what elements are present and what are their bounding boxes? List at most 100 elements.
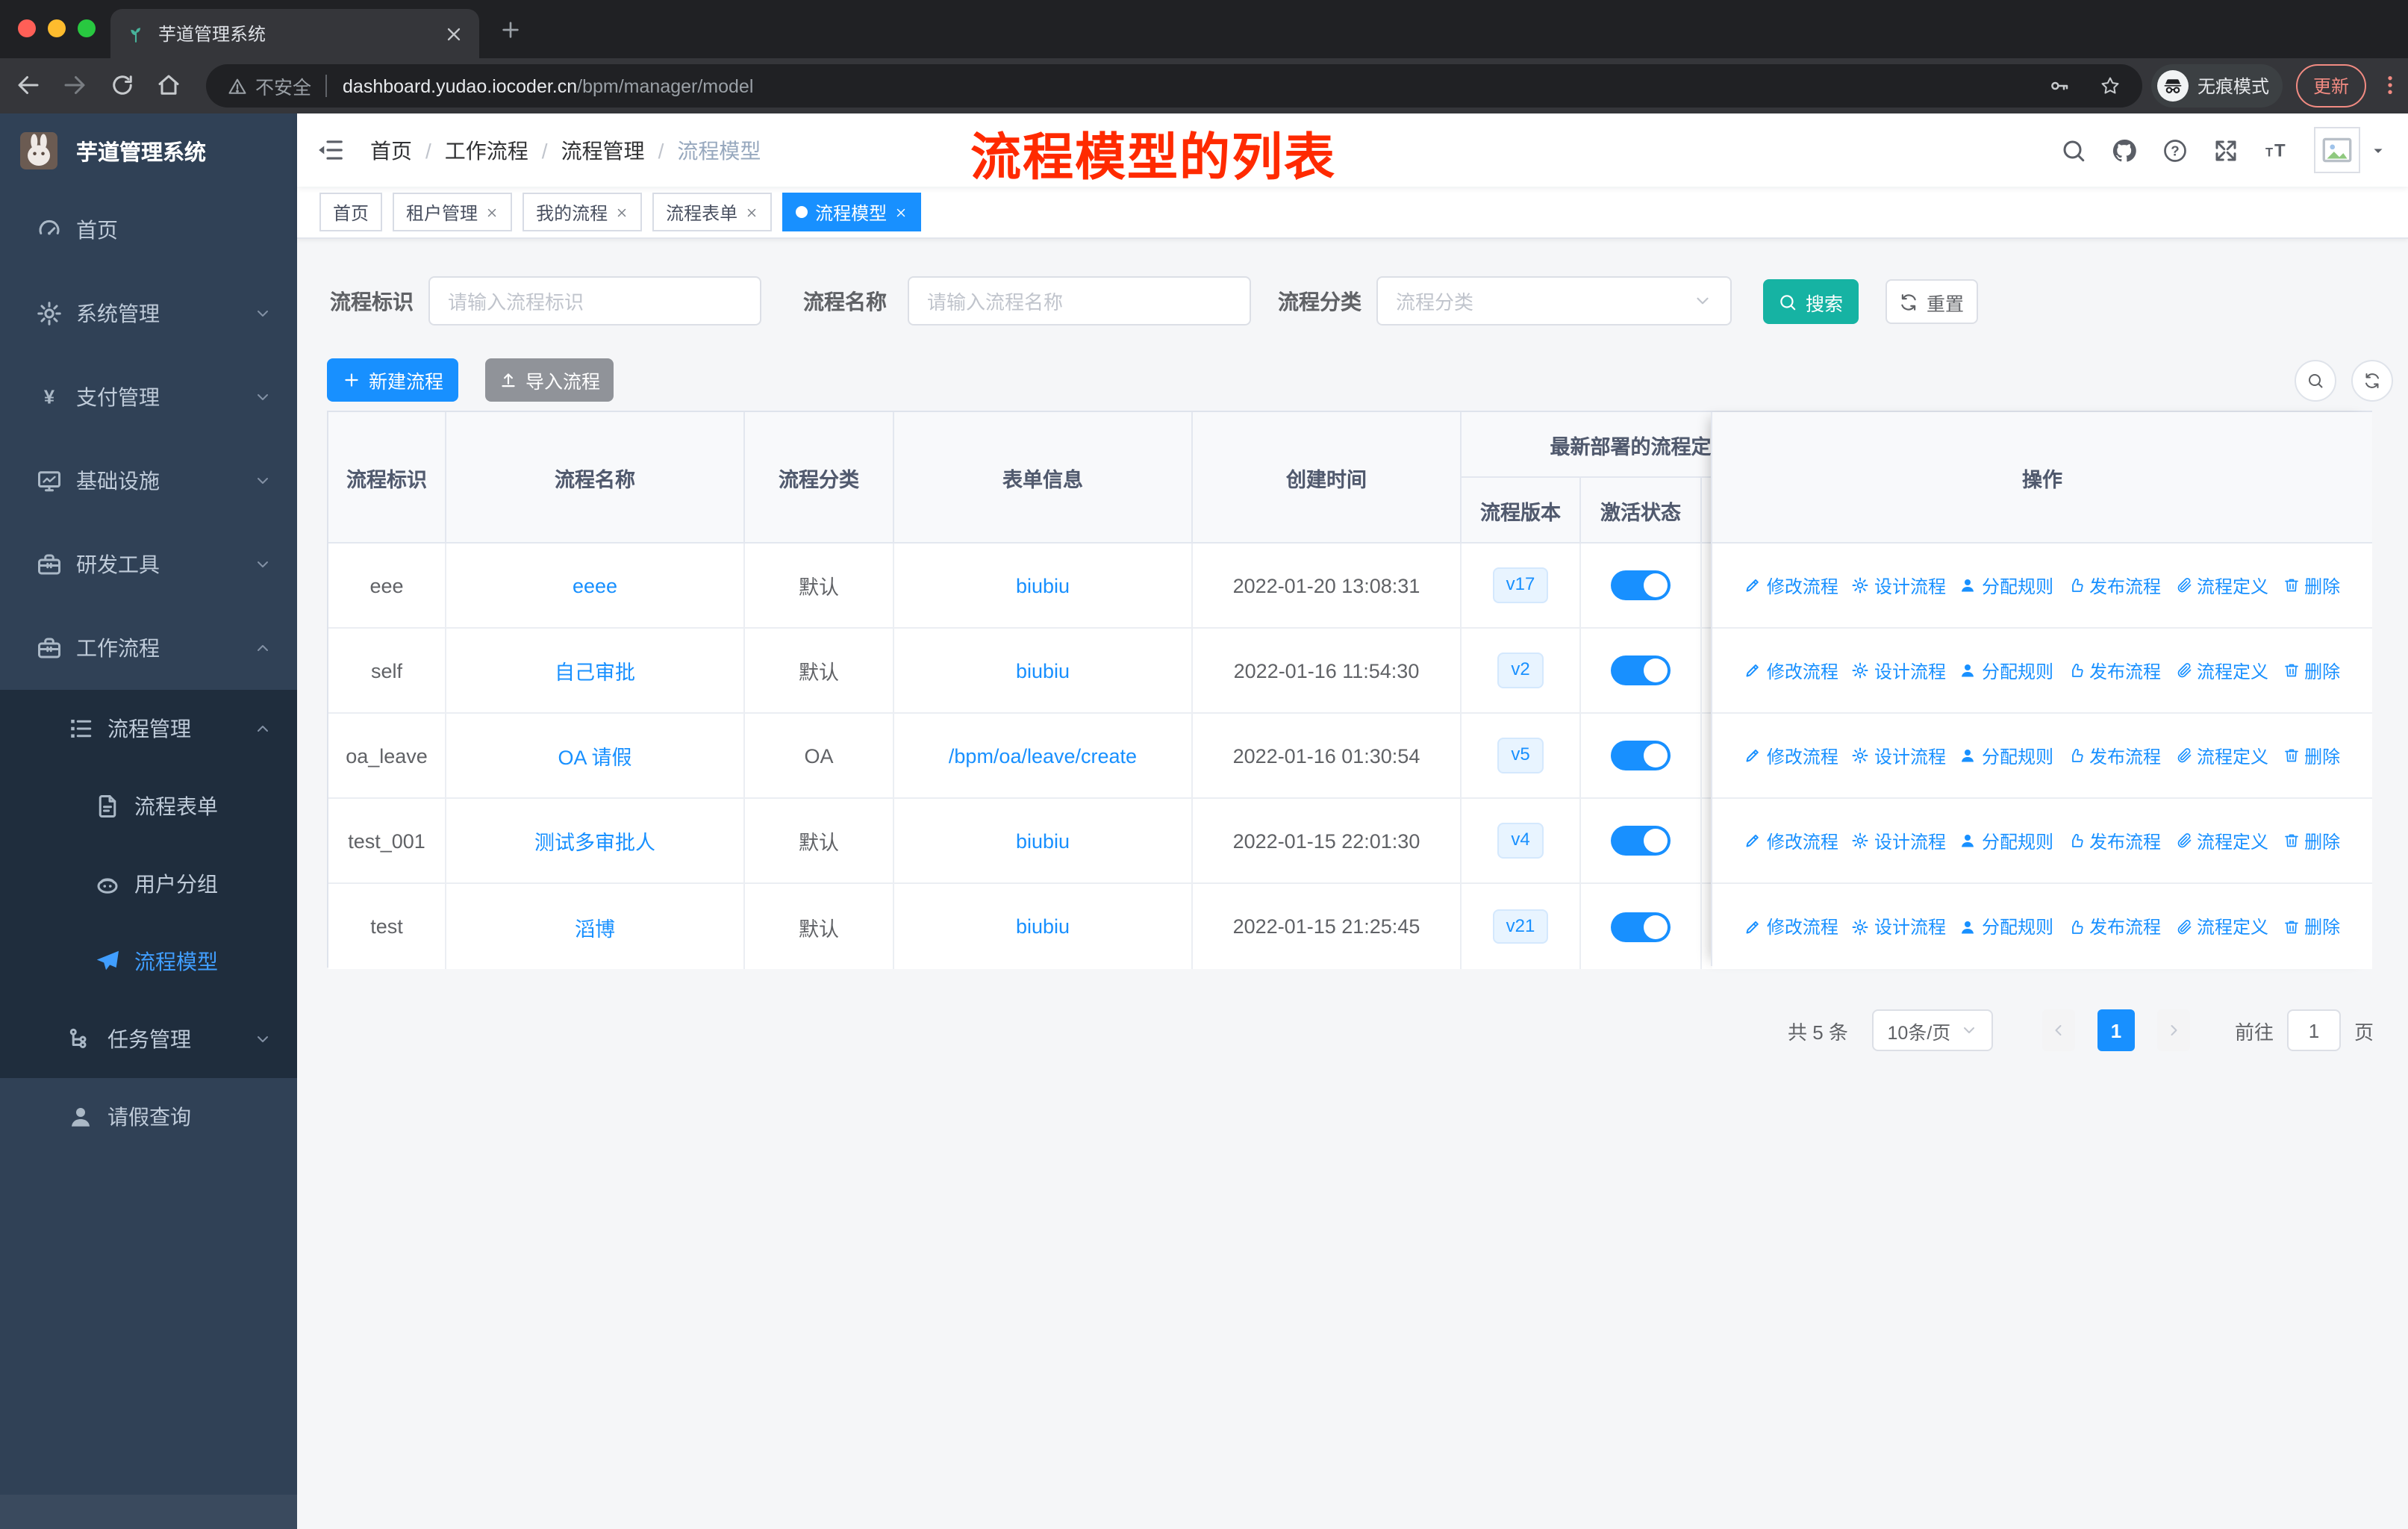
- next-page-button[interactable]: [2156, 1009, 2190, 1051]
- process-definition-action[interactable]: 流程定义: [2174, 914, 2268, 939]
- publish-process-action[interactable]: 发布流程: [2067, 658, 2161, 683]
- assign-rule-action[interactable]: 分配规则: [1959, 828, 2053, 853]
- process-name-input[interactable]: 请输入流程名称: [908, 276, 1251, 326]
- sidebar-item-workflow[interactable]: 工作流程: [0, 606, 297, 690]
- process-name-link[interactable]: 测试多审批人: [534, 826, 655, 856]
- process-definition-action[interactable]: 流程定义: [2174, 658, 2268, 683]
- tab-close-icon[interactable]: [443, 23, 464, 44]
- design-process-action[interactable]: 设计流程: [1852, 573, 1946, 598]
- sidebar-item-leave-query[interactable]: 请假查询: [0, 1078, 297, 1156]
- create-process-button[interactable]: 新建流程: [327, 358, 458, 402]
- search-icon[interactable]: [2060, 137, 2087, 164]
- delete-action[interactable]: 删除: [2282, 658, 2340, 683]
- publish-process-action[interactable]: 发布流程: [2067, 573, 2161, 598]
- sidebar-item-home[interactable]: 首页: [0, 188, 297, 272]
- breadcrumb-item[interactable]: 工作流程: [445, 135, 528, 165]
- tag-my-process[interactable]: 我的流程: [523, 193, 643, 231]
- browser-menu-icon[interactable]: [2378, 72, 2402, 99]
- delete-action[interactable]: 删除: [2282, 914, 2340, 939]
- modify-process-action[interactable]: 修改流程: [1744, 658, 1838, 683]
- reset-button[interactable]: 重置: [1885, 279, 1978, 324]
- refresh-table-button[interactable]: [2351, 360, 2393, 402]
- design-process-action[interactable]: 设计流程: [1852, 658, 1946, 683]
- help-icon[interactable]: ?: [2162, 137, 2189, 164]
- sidebar-item-payment[interactable]: ¥ 支付管理: [0, 355, 297, 439]
- publish-process-action[interactable]: 发布流程: [2067, 828, 2161, 853]
- home-button[interactable]: [155, 72, 182, 99]
- password-manager-icon[interactable]: [2048, 75, 2071, 97]
- close-window-button[interactable]: [18, 19, 36, 37]
- delete-action[interactable]: 删除: [2282, 743, 2340, 768]
- prev-page-button[interactable]: [2042, 1009, 2075, 1051]
- import-process-button[interactable]: 导入流程: [485, 358, 614, 402]
- publish-process-action[interactable]: 发布流程: [2067, 914, 2161, 939]
- assign-rule-action[interactable]: 分配规则: [1959, 914, 2053, 939]
- avatar[interactable]: [2314, 127, 2360, 173]
- browser-update-button[interactable]: 更新: [2296, 64, 2366, 108]
- bookmark-star-icon[interactable]: [2099, 75, 2121, 97]
- close-icon[interactable]: [894, 205, 908, 219]
- form-info-link[interactable]: /bpm/oa/leave/create: [949, 744, 1137, 767]
- address-bar[interactable]: 不安全 dashboard.yudao.iocoder.cn /bpm/mana…: [206, 64, 2142, 108]
- collapse-sidebar-icon[interactable]: [316, 136, 345, 164]
- process-definition-action[interactable]: 流程定义: [2174, 828, 2268, 853]
- form-info-link[interactable]: biubiu: [1016, 574, 1070, 597]
- tag-tenant[interactable]: 租户管理: [393, 193, 513, 231]
- process-name-link[interactable]: 滔博: [575, 912, 615, 941]
- github-icon[interactable]: [2111, 137, 2138, 164]
- active-toggle[interactable]: [1611, 826, 1671, 856]
- window-controls[interactable]: [18, 19, 96, 37]
- breadcrumb-item[interactable]: 首页: [370, 135, 412, 165]
- sidebar-item-process-form[interactable]: 流程表单: [0, 767, 297, 845]
- maximize-window-button[interactable]: [78, 19, 96, 37]
- active-toggle[interactable]: [1611, 655, 1671, 685]
- close-icon[interactable]: [615, 205, 628, 219]
- delete-action[interactable]: 删除: [2282, 573, 2340, 598]
- assign-rule-action[interactable]: 分配规则: [1959, 743, 2053, 768]
- page-size-select[interactable]: 10条/页: [1871, 1009, 1993, 1051]
- close-icon[interactable]: [745, 205, 758, 219]
- process-definition-action[interactable]: 流程定义: [2174, 573, 2268, 598]
- minimize-window-button[interactable]: [48, 19, 66, 37]
- modify-process-action[interactable]: 修改流程: [1744, 914, 1838, 939]
- close-icon[interactable]: [485, 205, 499, 219]
- back-button[interactable]: [15, 72, 42, 99]
- form-info-link[interactable]: biubiu: [1016, 829, 1070, 852]
- design-process-action[interactable]: 设计流程: [1852, 914, 1946, 939]
- breadcrumb-item[interactable]: 流程管理: [561, 135, 645, 165]
- active-toggle[interactable]: [1611, 912, 1671, 941]
- show-search-toggle-button[interactable]: [2295, 360, 2336, 402]
- design-process-action[interactable]: 设计流程: [1852, 743, 1946, 768]
- active-toggle[interactable]: [1611, 570, 1671, 600]
- tag-home[interactable]: 首页: [319, 193, 383, 231]
- assign-rule-action[interactable]: 分配规则: [1959, 573, 2053, 598]
- new-tab-button[interactable]: [499, 18, 523, 42]
- process-name-link[interactable]: OA 请假: [558, 741, 631, 770]
- process-definition-action[interactable]: 流程定义: [2174, 743, 2268, 768]
- category-select[interactable]: 流程分类: [1376, 276, 1732, 326]
- delete-action[interactable]: 删除: [2282, 828, 2340, 853]
- browser-tab[interactable]: 芋道管理系统: [110, 9, 479, 58]
- modify-process-action[interactable]: 修改流程: [1744, 743, 1838, 768]
- reload-button[interactable]: [109, 72, 136, 99]
- design-process-action[interactable]: 设计流程: [1852, 828, 1946, 853]
- process-id-input[interactable]: 请输入流程标识: [428, 276, 761, 326]
- search-button[interactable]: 搜索: [1763, 279, 1859, 324]
- tag-process-model[interactable]: 流程模型: [782, 193, 922, 231]
- current-page-button[interactable]: 1: [2097, 1009, 2135, 1051]
- modify-process-action[interactable]: 修改流程: [1744, 828, 1838, 853]
- goto-page-input[interactable]: 1: [2286, 1009, 2341, 1051]
- form-info-link[interactable]: biubiu: [1016, 659, 1070, 682]
- sidebar-item-task-mgmt[interactable]: 任务管理: [0, 1000, 297, 1078]
- process-name-link[interactable]: eeee: [573, 574, 617, 597]
- form-info-link[interactable]: biubiu: [1016, 915, 1070, 938]
- sidebar-item-system[interactable]: 系统管理: [0, 272, 297, 355]
- security-warning-icon[interactable]: [227, 75, 248, 96]
- process-name-link[interactable]: 自己审批: [555, 655, 635, 685]
- caret-down-icon[interactable]: [2369, 141, 2387, 159]
- forward-button[interactable]: [61, 72, 88, 99]
- sidebar-item-process-mgmt[interactable]: 流程管理: [0, 690, 297, 767]
- assign-rule-action[interactable]: 分配规则: [1959, 658, 2053, 683]
- font-size-icon[interactable]: TT: [2263, 137, 2290, 164]
- sidebar-item-process-model[interactable]: 流程模型: [0, 923, 297, 1000]
